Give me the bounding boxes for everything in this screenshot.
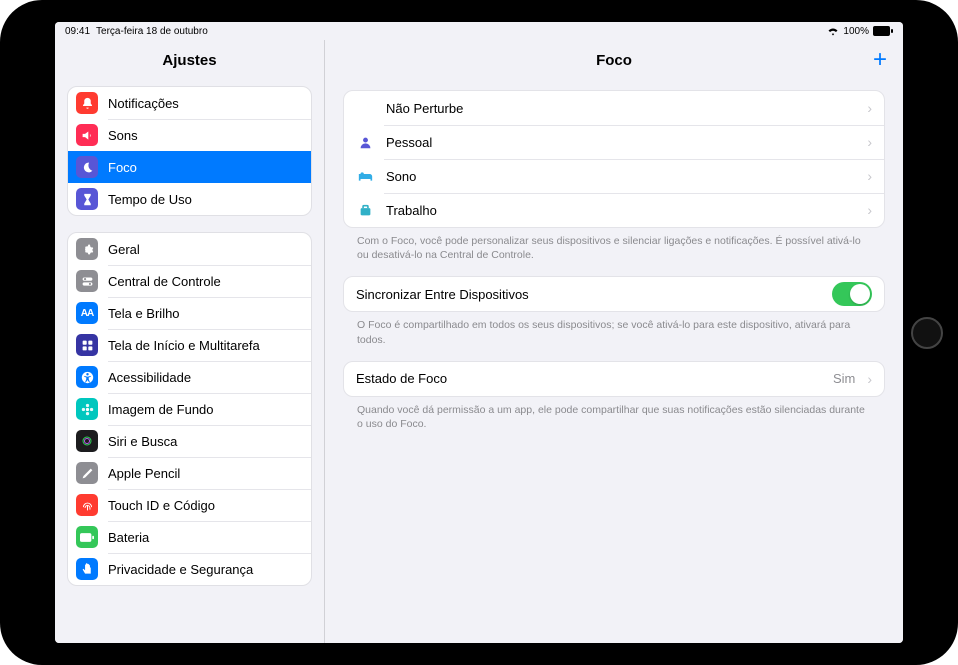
sync-toggle[interactable]	[832, 282, 872, 306]
sidebar-item-label: Tela de Início e Multitarefa	[108, 338, 303, 353]
sidebar-item-label: Touch ID e Código	[108, 498, 303, 513]
sidebar-item-tela-e-brilho[interactable]: AA Tela e Brilho	[68, 297, 311, 329]
focus-mode-label: Trabalho	[386, 203, 855, 218]
person-icon	[356, 136, 374, 149]
sidebar-item-label: Tempo de Uso	[108, 192, 303, 207]
detail-pane: Foco + Não Perturbe›Pessoal›Sono›Trabalh…	[325, 40, 903, 643]
status-bar: 09:41 Terça-feira 18 de outubro 100%	[55, 22, 903, 40]
touchid-icon	[76, 494, 98, 516]
sidebar-item-label: Bateria	[108, 530, 303, 545]
chevron-right-icon: ›	[867, 168, 872, 184]
ipad-frame: 09:41 Terça-feira 18 de outubro 100% Aju…	[0, 0, 958, 665]
focus-mode-label: Não Perturbe	[386, 101, 855, 116]
focus-status-footer: Quando você dá permissão a um app, ele p…	[343, 397, 885, 445]
screen: 09:41 Terça-feira 18 de outubro 100% Aju…	[55, 22, 903, 643]
AA-icon: AA	[76, 302, 98, 324]
sidebar-item-label: Imagem de Fundo	[108, 402, 303, 417]
detail-header: Foco +	[325, 40, 903, 80]
sync-footer: O Foco é compartilhado em todos os seus …	[343, 312, 885, 360]
chevron-right-icon: ›	[867, 100, 872, 116]
status-date: Terça-feira 18 de outubro	[96, 26, 208, 37]
sidebar-item-label: Tela e Brilho	[108, 306, 303, 321]
detail-title: Foco	[596, 52, 632, 69]
wifi-icon	[827, 27, 839, 36]
sidebar-group: Geral Central de Controle AA Tela e Brilho T…	[67, 232, 312, 586]
sidebar-item-geral[interactable]: Geral	[68, 233, 311, 265]
focus-mode-pessoal[interactable]: Pessoal ›	[344, 125, 884, 159]
focus-mode-label: Sono	[386, 169, 855, 184]
home-button[interactable]	[911, 317, 943, 349]
sidebar-item-label: Foco	[108, 160, 303, 175]
gear-icon	[76, 238, 98, 260]
chevron-right-icon: ›	[867, 371, 872, 387]
sidebar-item-tela-de-in-cio-e-multitarefa[interactable]: Tela de Início e Multitarefa	[68, 329, 311, 361]
detail-content[interactable]: Não Perturbe › Pessoal › Sono › Trabalho › Com …	[325, 80, 903, 643]
hourglass-icon	[76, 188, 98, 210]
focus-status-value: Sim	[833, 371, 855, 386]
switches-icon	[76, 270, 98, 292]
sidebar-item-apple-pencil[interactable]: Apple Pencil	[68, 457, 311, 489]
bed-icon	[356, 170, 374, 183]
sidebar-item-label: Geral	[108, 242, 303, 257]
sidebar-item-notifica-es[interactable]: Notificações	[68, 87, 311, 119]
sidebar-item-imagem-de-fundo[interactable]: Imagem de Fundo	[68, 393, 311, 425]
speaker-icon	[76, 124, 98, 146]
battery-icon	[76, 526, 98, 548]
battery-percent: 100%	[843, 26, 869, 37]
pencil-icon	[76, 462, 98, 484]
flower-icon	[76, 398, 98, 420]
sidebar-item-label: Sons	[108, 128, 303, 143]
sidebar-item-central-de-controle[interactable]: Central de Controle	[68, 265, 311, 297]
sync-group: Sincronizar Entre Dispositivos	[343, 276, 885, 312]
sidebar: Ajustes Notificações Sons Foco Tempo de Uso…	[55, 40, 325, 643]
sidebar-content[interactable]: Notificações Sons Foco Tempo de Uso Geral Cen…	[55, 80, 324, 643]
sidebar-item-sons[interactable]: Sons	[68, 119, 311, 151]
battery-icon	[873, 26, 893, 36]
sidebar-item-acessibilidade[interactable]: Acessibilidade	[68, 361, 311, 393]
sidebar-item-label: Siri e Busca	[108, 434, 303, 449]
focus-modes-group: Não Perturbe › Pessoal › Sono › Trabalho ›	[343, 90, 885, 228]
sidebar-title: Ajustes	[55, 40, 324, 80]
focus-mode-sono[interactable]: Sono ›	[344, 159, 884, 193]
hand-icon	[76, 558, 98, 580]
status-time: 09:41	[65, 26, 90, 37]
sync-row[interactable]: Sincronizar Entre Dispositivos	[344, 277, 884, 311]
focus-mode-label: Pessoal	[386, 135, 855, 150]
chevron-right-icon: ›	[867, 202, 872, 218]
sidebar-group: Notificações Sons Foco Tempo de Uso	[67, 86, 312, 216]
sidebar-item-label: Acessibilidade	[108, 370, 303, 385]
sidebar-item-tempo-de-uso[interactable]: Tempo de Uso	[68, 183, 311, 215]
moon-icon	[356, 102, 374, 115]
focus-mode-trabalho[interactable]: Trabalho ›	[344, 193, 884, 227]
focus-status-label: Estado de Foco	[356, 371, 821, 386]
focus-mode-n-o-perturbe[interactable]: Não Perturbe ›	[344, 91, 884, 125]
sidebar-item-label: Apple Pencil	[108, 466, 303, 481]
briefcase-icon	[356, 204, 374, 217]
sync-label: Sincronizar Entre Dispositivos	[356, 287, 820, 302]
sidebar-item-label: Central de Controle	[108, 274, 303, 289]
siri-icon	[76, 430, 98, 452]
bell-icon	[76, 92, 98, 114]
sidebar-item-label: Privacidade e Segurança	[108, 562, 303, 577]
sidebar-item-privacidade-e-seguran-a[interactable]: Privacidade e Segurança	[68, 553, 311, 585]
sidebar-item-label: Notificações	[108, 96, 303, 111]
grid-icon	[76, 334, 98, 356]
sidebar-item-siri-e-busca[interactable]: Siri e Busca	[68, 425, 311, 457]
sidebar-item-foco[interactable]: Foco	[68, 151, 311, 183]
moon-icon	[76, 156, 98, 178]
focus-status-row[interactable]: Estado de Foco Sim ›	[344, 362, 884, 396]
accessibility-icon	[76, 366, 98, 388]
sidebar-item-touch-id-e-c-digo[interactable]: Touch ID e Código	[68, 489, 311, 521]
chevron-right-icon: ›	[867, 134, 872, 150]
add-focus-button[interactable]: +	[873, 48, 887, 72]
focus-status-group: Estado de Foco Sim ›	[343, 361, 885, 397]
sidebar-item-bateria[interactable]: Bateria	[68, 521, 311, 553]
focus-modes-footer: Com o Foco, você pode personalizar seus …	[343, 228, 885, 276]
